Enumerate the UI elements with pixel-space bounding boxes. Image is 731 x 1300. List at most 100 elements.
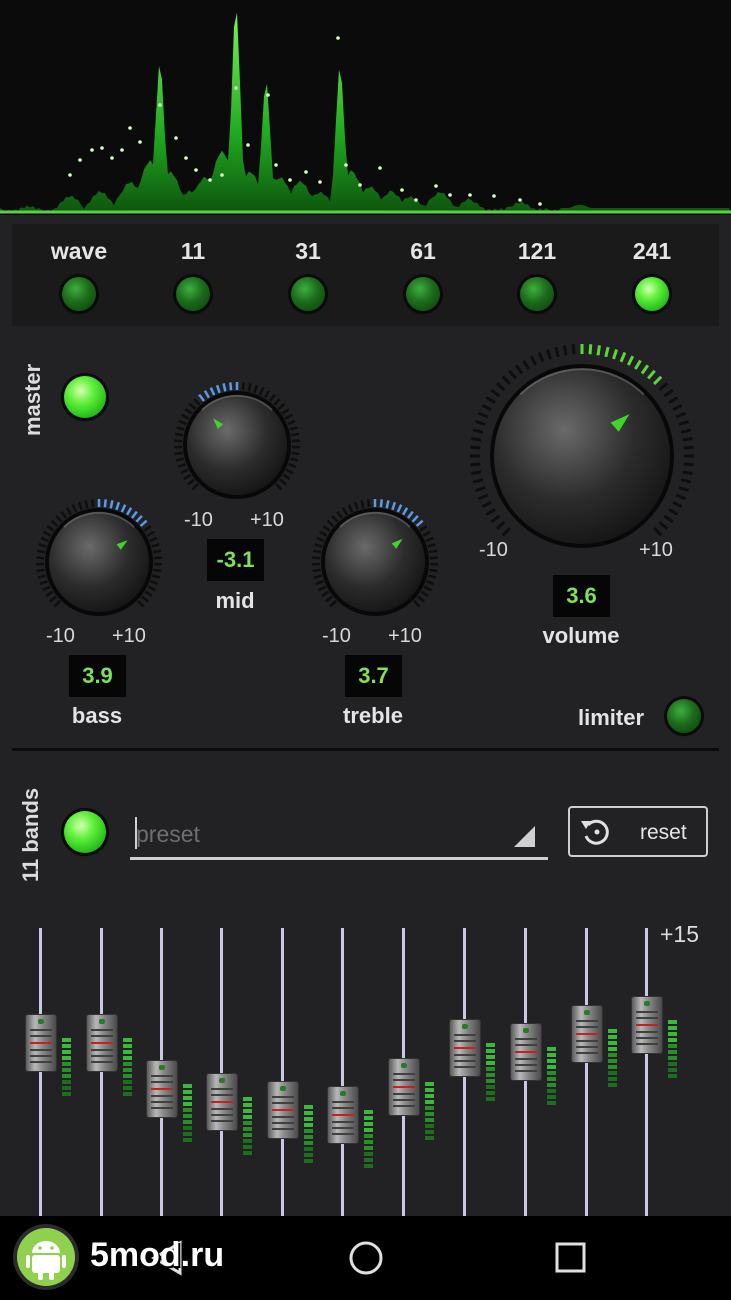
master-label: master [20, 363, 45, 436]
band-fader[interactable] [146, 1059, 178, 1118]
knob-tick [672, 500, 683, 509]
knob-tick [174, 432, 184, 437]
band-fader[interactable] [449, 1018, 481, 1077]
knob-tick [176, 426, 185, 431]
knob-tick [663, 388, 674, 398]
knob-tick [379, 499, 383, 508]
band-fader[interactable] [327, 1085, 359, 1144]
mode-label-61: 61 [410, 238, 436, 264]
preset-input[interactable] [130, 812, 548, 860]
limiter-toggle[interactable] [667, 699, 701, 733]
meter-segment [668, 1043, 677, 1048]
knob-tick [470, 462, 481, 467]
knob-tick [402, 507, 409, 516]
band-level-meter [123, 1037, 132, 1098]
reset-button[interactable]: reset [568, 806, 708, 857]
mode-toggle-61[interactable] [406, 277, 440, 311]
meter-segment [547, 1059, 556, 1064]
knob-tick [485, 508, 496, 516]
volume-knob[interactable] [466, 340, 698, 572]
watermark-text: 5mod.ru [90, 1236, 225, 1274]
reset-icon [581, 819, 609, 845]
knob-tick [36, 556, 45, 560]
knob-tick [198, 393, 206, 402]
knob-tick [485, 396, 496, 404]
knob-tick [175, 457, 185, 462]
band-level-meter [486, 1042, 495, 1103]
knob-tick [288, 463, 297, 469]
meter-segment [364, 1145, 373, 1150]
meter-segment [123, 1049, 132, 1054]
band-fader[interactable] [25, 1013, 57, 1072]
knob-tick [318, 585, 327, 592]
knob-tick [277, 402, 286, 410]
meter-segment [123, 1055, 132, 1060]
knob-tick [37, 574, 47, 579]
meter-segment [547, 1047, 556, 1052]
android-logo-icon [13, 1224, 79, 1290]
mid-knob[interactable] [172, 380, 302, 510]
master-toggle[interactable] [64, 376, 106, 418]
meter-segment [123, 1037, 132, 1042]
knob-tick [71, 504, 78, 513]
meter-segment [123, 1091, 132, 1096]
meter-segment [123, 1067, 132, 1072]
band-fader[interactable] [267, 1081, 299, 1140]
knob-tick [501, 375, 511, 385]
treble-label: treble [343, 703, 403, 728]
mode-toggle-241[interactable] [635, 277, 669, 311]
band-fader[interactable] [86, 1013, 118, 1072]
band-track [341, 928, 344, 1218]
knob-tick [471, 470, 482, 475]
knob-tick [429, 568, 438, 573]
knob-tick [60, 510, 68, 519]
knob-tick [682, 437, 693, 442]
reset-label: reset [640, 821, 687, 844]
knob-tick [279, 478, 287, 486]
knob-tick [490, 388, 501, 398]
knob-tick [683, 462, 694, 467]
knob-tick [45, 590, 54, 598]
recents-icon[interactable] [555, 1242, 587, 1274]
knob-tick [588, 344, 593, 355]
knob-tick [184, 408, 193, 415]
band-fader[interactable] [388, 1058, 420, 1116]
bass-knob[interactable] [34, 497, 164, 627]
meter-segment [486, 1048, 495, 1053]
knob-tick [222, 383, 227, 392]
knob-tick [281, 408, 290, 415]
preset-dropdown-icon[interactable] [514, 826, 536, 848]
knob-tick [481, 403, 492, 412]
band-level-meter [425, 1082, 434, 1142]
meter-segment [62, 1079, 71, 1084]
mode-toggle-wave[interactable] [62, 277, 96, 311]
knob-tick [668, 396, 679, 404]
band-fader[interactable] [206, 1073, 238, 1132]
meter-segment [243, 1127, 252, 1132]
meter-segment [668, 1049, 677, 1054]
meter-segment [608, 1083, 617, 1088]
knob-tick [253, 384, 259, 394]
mode-toggle-121[interactable] [520, 277, 554, 311]
knob-tick [668, 508, 679, 516]
band-fader[interactable] [631, 995, 663, 1054]
meter-segment [547, 1065, 556, 1070]
bands-toggle[interactable] [64, 811, 106, 853]
mode-toggle-11[interactable] [176, 277, 210, 311]
home-icon[interactable] [347, 1239, 385, 1277]
knob-tick [49, 595, 57, 603]
meter-segment [547, 1053, 556, 1058]
mid-max-label: +10 [250, 509, 284, 531]
knob-tick [672, 403, 683, 412]
meter-segment [62, 1061, 71, 1066]
knob-tick [77, 501, 83, 511]
knob-tick [678, 419, 689, 426]
meter-segment [608, 1029, 617, 1034]
knob-tick [174, 439, 183, 443]
treble-knob[interactable] [310, 497, 440, 627]
band-fader[interactable] [571, 1005, 603, 1064]
meter-segment [668, 1037, 677, 1042]
mode-toggle-31[interactable] [291, 277, 325, 311]
band-fader[interactable] [510, 1023, 542, 1082]
mid-min-label: -10 [184, 509, 213, 531]
